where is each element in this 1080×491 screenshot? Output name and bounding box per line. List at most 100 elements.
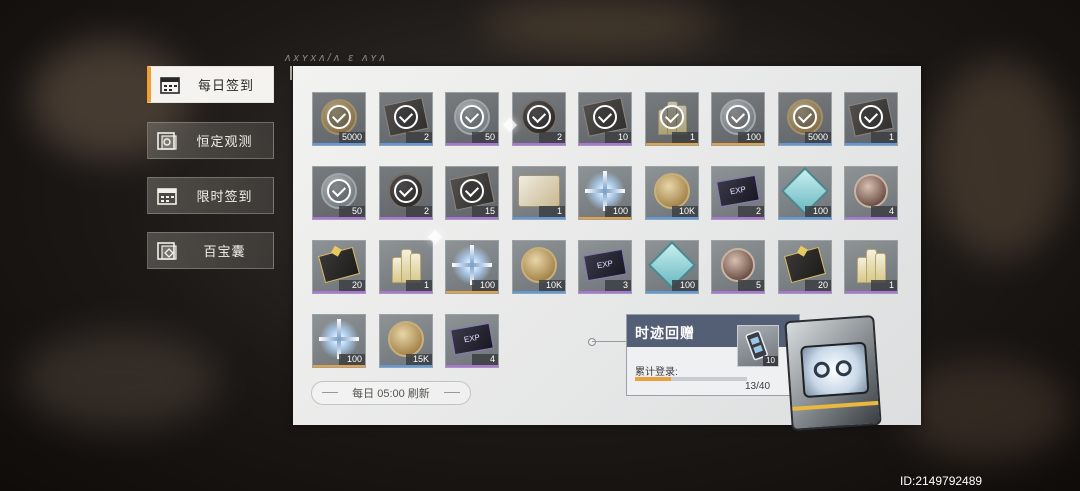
reward-qty: 1 xyxy=(672,132,698,143)
tab-label: 限时签到 xyxy=(196,189,253,204)
star-icon xyxy=(319,318,359,359)
gold-coin-icon xyxy=(521,246,557,283)
reward-qty: 1 xyxy=(871,280,897,291)
tab-label: 每日签到 xyxy=(197,78,254,93)
check-icon xyxy=(726,105,750,129)
tab-label: 百宝囊 xyxy=(203,244,246,259)
rarity-bar xyxy=(446,291,498,293)
rarity-bar xyxy=(579,143,631,145)
giftbox-icon xyxy=(317,246,361,284)
tab-label: 恒定观测 xyxy=(196,134,253,149)
supply-chest-icon[interactable] xyxy=(784,314,882,432)
refresh-time-label: 每日 05:00 刷新 xyxy=(311,381,471,405)
reward-slot[interactable]: 100 xyxy=(578,166,632,220)
reward-slot[interactable]: EXP 4 xyxy=(445,314,499,368)
reward-slot[interactable]: 15K xyxy=(379,314,433,368)
reward-slot[interactable]: 1 xyxy=(379,240,433,294)
rarity-bar xyxy=(380,217,432,219)
reward-qty: 5000 xyxy=(338,132,365,143)
reward-qty: 100 xyxy=(605,206,631,217)
reward-slot[interactable]: EXP 2 xyxy=(711,166,765,220)
tab-limited-checkin[interactable]: 限时签到 xyxy=(147,177,274,214)
reward-slot[interactable]: 10K xyxy=(512,240,566,294)
login-progress-fill xyxy=(635,377,672,381)
rarity-bar xyxy=(646,291,698,293)
rarity-bar xyxy=(779,291,831,293)
reward-slot[interactable]: 100 xyxy=(711,92,765,146)
rarity-bar xyxy=(313,217,365,219)
check-icon xyxy=(460,105,484,129)
reward-slot[interactable]: 100 xyxy=(645,240,699,294)
rarity-bar xyxy=(380,365,432,367)
tab-treasure-bag[interactable]: 百宝囊 xyxy=(147,232,274,269)
reward-slot[interactable]: 2 xyxy=(379,166,433,220)
reward-slot[interactable]: 20 xyxy=(778,240,832,294)
feather-icon xyxy=(721,247,755,282)
reward-slot[interactable]: 10 xyxy=(578,92,632,146)
watermark: ID:2149792489 xyxy=(900,474,983,488)
reward-qty: 10 xyxy=(605,132,631,143)
reward-qty: 15K xyxy=(406,354,432,365)
rarity-bar xyxy=(313,365,365,367)
reward-qty: 100 xyxy=(672,280,698,291)
reward-slot[interactable]: 20 xyxy=(312,240,366,294)
reward-slot[interactable]: 2 xyxy=(379,92,433,146)
reward-qty: 20 xyxy=(805,280,831,291)
reward-slot[interactable]: 5000 xyxy=(778,92,832,146)
rarity-bar xyxy=(646,143,698,145)
reward-qty: 50 xyxy=(472,132,498,143)
reward-slot[interactable]: 1 xyxy=(512,166,566,220)
exp-icon: EXP xyxy=(450,322,494,356)
reward-slot[interactable]: 100 xyxy=(312,314,366,368)
gift-reward-item[interactable]: 10 xyxy=(737,325,779,367)
login-count-label: 累计登录: xyxy=(635,367,678,378)
reward-qty: 2 xyxy=(738,206,764,217)
rarity-bar xyxy=(779,143,831,145)
rarity-bar xyxy=(446,143,498,145)
reward-slot[interactable]: 4 xyxy=(844,166,898,220)
footprint-gift-card[interactable]: 时迹回赠 累计登录: 13/40 10 xyxy=(626,314,800,396)
reward-slot[interactable]: 5 xyxy=(711,240,765,294)
reward-slot[interactable]: 100 xyxy=(445,240,499,294)
reward-qty: 10K xyxy=(672,206,698,217)
reward-qty: 1 xyxy=(871,132,897,143)
rarity-bar xyxy=(513,217,565,219)
rarity-bar xyxy=(779,217,831,219)
reward-qty: 100 xyxy=(339,354,365,365)
reward-slot[interactable]: 1 xyxy=(844,240,898,294)
check-icon xyxy=(527,105,551,129)
check-icon xyxy=(593,105,617,129)
rarity-bar xyxy=(579,217,631,219)
rarity-bar xyxy=(845,291,897,293)
reward-slot[interactable]: 15 xyxy=(445,166,499,220)
reward-qty: 20 xyxy=(339,280,365,291)
rarity-bar xyxy=(313,143,365,145)
reward-slot[interactable]: 5000 xyxy=(312,92,366,146)
tab-daily-checkin[interactable]: 每日签到 xyxy=(147,66,274,103)
rarity-bar xyxy=(313,291,365,293)
reward-slot[interactable]: 10K xyxy=(645,166,699,220)
reward-slot[interactable]: 1 xyxy=(844,92,898,146)
star-icon xyxy=(452,244,492,285)
connector-line xyxy=(592,341,626,342)
reward-slot[interactable]: 50 xyxy=(445,92,499,146)
check-icon xyxy=(460,179,484,203)
check-icon xyxy=(394,105,418,129)
rarity-bar xyxy=(446,365,498,367)
reward-slot[interactable]: 100 xyxy=(778,166,832,220)
reward-slot[interactable]: EXP 3 xyxy=(578,240,632,294)
panel-decoration: ʌxʏxʌ/ʌ ɛ ʌʏʌ xyxy=(285,52,388,64)
gift-title: 时迹回赠 xyxy=(635,325,695,341)
reward-slot[interactable]: 1 xyxy=(645,92,699,146)
check-icon xyxy=(327,105,351,129)
reward-qty: 1 xyxy=(539,206,565,217)
rarity-bar xyxy=(712,291,764,293)
reward-slot[interactable]: 50 xyxy=(312,166,366,220)
rarity-bar xyxy=(712,217,764,219)
vials-icon xyxy=(389,247,423,283)
rarity-bar xyxy=(380,143,432,145)
tab-constant-observation[interactable]: 恒定观测 xyxy=(147,122,274,159)
reward-slot[interactable]: 2 xyxy=(512,92,566,146)
reward-qty: 2 xyxy=(406,132,432,143)
reward-qty: 50 xyxy=(339,206,365,217)
